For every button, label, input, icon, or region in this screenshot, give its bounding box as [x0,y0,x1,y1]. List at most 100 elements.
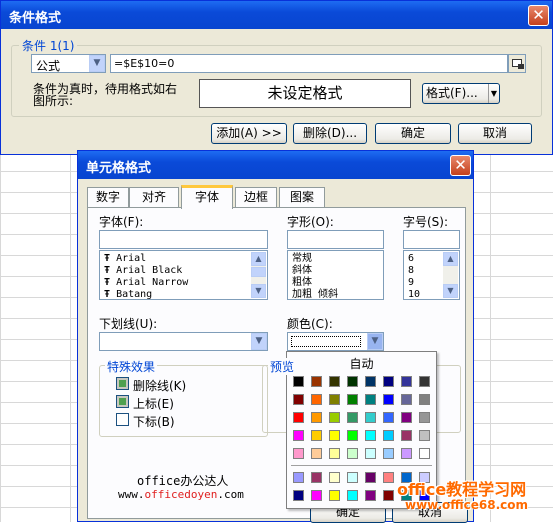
color-swatch[interactable] [329,376,340,387]
color-swatch[interactable] [419,430,430,441]
close-button[interactable]: ✕ [528,5,549,26]
color-swatch[interactable] [365,490,376,501]
style-input[interactable] [287,230,384,249]
color-swatch[interactable] [347,376,358,387]
color-swatch[interactable] [329,490,340,501]
color-swatch[interactable] [293,448,304,459]
font-item-arial-black[interactable]: Ŧ Arial Black [104,265,267,277]
color-swatch[interactable] [401,412,412,423]
color-swatch[interactable] [293,472,304,483]
color-swatch[interactable] [293,376,304,387]
palette-divider [291,465,432,466]
color-swatch[interactable] [401,430,412,441]
color-swatch[interactable] [329,412,340,423]
color-swatch[interactable] [329,448,340,459]
color-swatch[interactable] [419,448,430,459]
font-list-scrollbar[interactable]: ▲ ▼ [251,252,266,298]
formula-input[interactable]: =$E$10=0 [110,54,508,73]
color-swatch[interactable] [347,394,358,405]
scroll-up-icon[interactable]: ▲ [251,252,266,266]
color-swatch[interactable] [311,472,322,483]
ok-button[interactable]: 确定 [375,123,451,144]
condition-type-select[interactable]: 公式 ▼ [31,54,106,73]
font-item-batang[interactable]: Ŧ Batang [104,289,267,301]
color-swatch[interactable] [383,430,394,441]
style-item[interactable]: 常规 [292,253,383,265]
color-swatch[interactable] [383,376,394,387]
tab-border[interactable]: 边框 [235,187,277,207]
font-item-arial[interactable]: Ŧ Arial [104,253,267,265]
format-button[interactable]: 格式(F)... ▼ [422,83,500,104]
color-swatch[interactable] [401,394,412,405]
color-swatch[interactable] [311,412,322,423]
color-swatch[interactable] [383,472,394,483]
color-swatch[interactable] [329,472,340,483]
tab-font[interactable]: 字体 [181,185,233,209]
color-swatch[interactable] [401,448,412,459]
color-swatch[interactable] [419,376,430,387]
format-preview-box: 未设定格式 [199,79,411,108]
color-swatch[interactable] [293,412,304,423]
style-item[interactable]: 加粗 倾斜 [292,289,383,301]
add-button[interactable]: 添加(A) >> [211,123,287,144]
color-swatch[interactable] [365,412,376,423]
color-select[interactable]: ▼ [287,332,384,351]
color-swatch[interactable] [347,472,358,483]
color-swatch[interactable] [311,394,322,405]
color-swatch[interactable] [419,412,430,423]
chevron-down-icon[interactable]: ▼ [367,333,383,350]
scroll-thumb[interactable] [251,267,266,277]
color-swatch[interactable] [347,412,358,423]
size-input[interactable] [403,230,460,249]
font-input[interactable] [99,230,268,249]
color-swatch[interactable] [311,448,322,459]
color-swatch[interactable] [347,430,358,441]
superscript-checkbox[interactable] [116,395,129,408]
color-swatch[interactable] [311,490,322,501]
tab-number[interactable]: 数字 [87,187,129,207]
color-swatch[interactable] [383,448,394,459]
color-swatch[interactable] [293,430,304,441]
cancel-button[interactable]: 取消 [458,123,532,144]
style-list[interactable]: 常规 斜体 粗体 加粗 倾斜 [287,250,384,300]
size-list[interactable]: 6 8 9 10 ▲ ▼ [403,250,460,300]
color-swatch[interactable] [293,490,304,501]
chevron-down-icon[interactable]: ▼ [251,333,267,350]
color-swatch[interactable] [383,412,394,423]
subscript-checkbox[interactable] [116,413,129,426]
underline-select[interactable]: ▼ [99,332,268,351]
scroll-up-icon[interactable]: ▲ [443,252,458,266]
font-item-arial-narrow[interactable]: Ŧ Arial Narrow [104,277,267,289]
delete-button[interactable]: 删除(D)... [293,123,367,144]
color-swatch[interactable] [311,376,322,387]
color-swatch[interactable] [365,376,376,387]
font-label: 字体(F): [99,215,144,229]
color-swatch[interactable] [347,490,358,501]
color-swatch[interactable] [293,394,304,405]
tab-patterns[interactable]: 图案 [279,187,325,207]
auto-color-option[interactable]: 自动 [287,355,436,372]
close-button[interactable]: ✕ [450,155,471,176]
color-swatch[interactable] [329,430,340,441]
scroll-down-icon[interactable]: ▼ [443,284,458,298]
chevron-down-icon[interactable]: ▼ [89,55,105,72]
color-swatch[interactable] [365,394,376,405]
style-item[interactable]: 粗体 [292,277,383,289]
strikethrough-checkbox[interactable] [116,377,129,390]
color-swatch[interactable] [365,472,376,483]
color-swatch[interactable] [311,430,322,441]
color-swatch[interactable] [401,376,412,387]
scroll-down-icon[interactable]: ▼ [251,284,266,298]
color-swatch[interactable] [365,430,376,441]
color-swatch[interactable] [419,394,430,405]
color-swatch[interactable] [329,394,340,405]
collapse-dialog-icon[interactable] [508,54,526,73]
size-list-scrollbar[interactable]: ▲ ▼ [443,252,458,298]
color-swatch[interactable] [347,448,358,459]
font-list[interactable]: Ŧ Arial Ŧ Arial Black Ŧ Arial Narrow Ŧ B… [99,250,268,300]
color-swatch[interactable] [365,448,376,459]
style-item[interactable]: 斜体 [292,265,383,277]
color-swatch[interactable] [383,394,394,405]
color-swatch[interactable] [383,490,394,501]
tab-alignment[interactable]: 对齐 [129,187,179,207]
